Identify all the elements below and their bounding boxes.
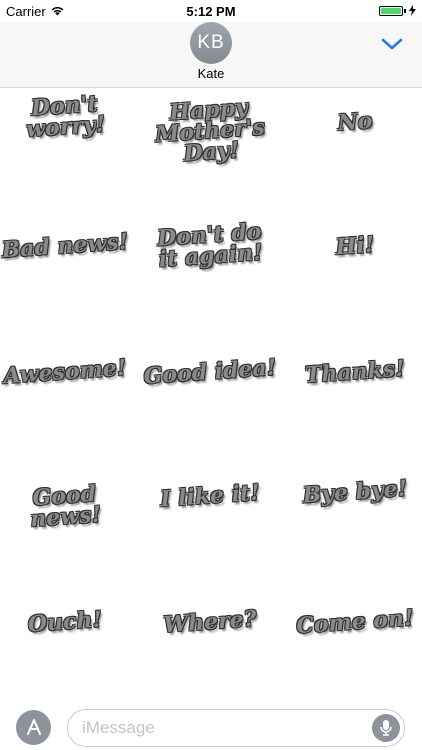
sticker-awesome[interactable]: Awesome! — [0, 355, 136, 390]
sticker-grid: Don't worry! Happy Mother's Day! No Bad ne… — [0, 88, 422, 700]
status-right — [379, 4, 416, 19]
conversation-header: KB Kate — [0, 22, 422, 88]
charging-icon — [409, 4, 416, 19]
carrier-label: Carrier — [6, 3, 46, 19]
message-input-bar: iMessage — [0, 700, 422, 750]
status-bar: Carrier 5:12 PM — [0, 0, 422, 22]
sticker-dont-do-it-again[interactable]: Don't do it again! — [139, 218, 282, 272]
status-left: Carrier — [6, 4, 65, 19]
sticker-bye-bye[interactable]: Bye bye! — [284, 475, 422, 508]
sticker-hi[interactable]: Hi! — [284, 231, 422, 262]
sticker-happy-mothers-day[interactable]: Happy Mother's Day! — [138, 94, 282, 168]
sticker-good-idea[interactable]: Good idea! — [139, 354, 280, 389]
sticker-ouch[interactable]: Ouch! — [0, 606, 136, 638]
sticker-where[interactable]: Where? — [139, 606, 280, 638]
avatar[interactable]: KB — [190, 22, 232, 64]
sticker-i-like-it[interactable]: I like it! — [139, 480, 280, 513]
battery-level — [381, 8, 401, 14]
app-store-icon[interactable] — [16, 710, 51, 745]
sticker-dont-worry[interactable]: Don't worry! — [0, 91, 136, 143]
sticker-no[interactable]: No — [284, 107, 422, 138]
contact-name[interactable]: Kate — [0, 66, 422, 81]
battery-cap — [404, 9, 406, 13]
battery-icon — [379, 6, 403, 16]
microphone-icon[interactable] — [372, 714, 400, 742]
sticker-good-news[interactable]: Good news! — [0, 481, 136, 533]
avatar-initials: KB — [197, 32, 225, 53]
imessage-placeholder: iMessage — [82, 718, 155, 737]
wifi-icon — [50, 4, 65, 19]
sticker-come-on[interactable]: Come on! — [284, 605, 422, 639]
imessage-input[interactable]: iMessage — [67, 709, 405, 747]
sticker-bad-news[interactable]: Bad news! — [0, 229, 136, 264]
chevron-down-icon[interactable] — [380, 32, 404, 56]
sticker-thanks[interactable]: Thanks! — [284, 356, 422, 389]
